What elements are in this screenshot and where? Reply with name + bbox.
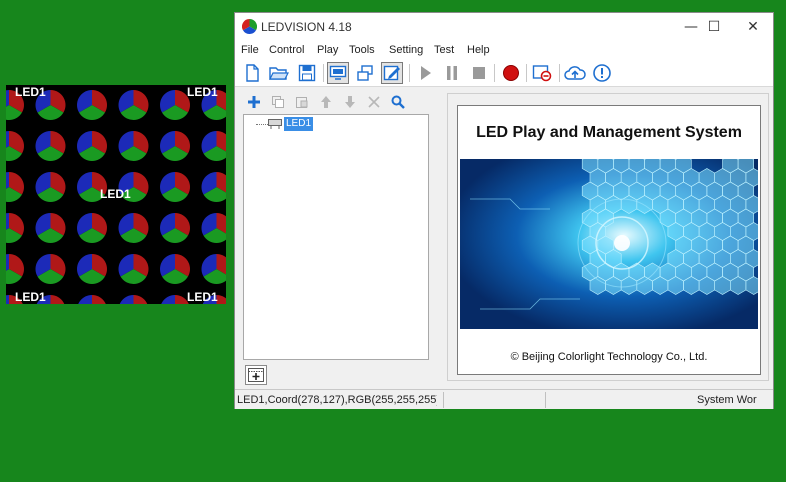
led-label-center: LED1 — [100, 187, 131, 201]
status-coord-rgb: LED1,Coord(278,127),RGB(255,255,255) — [237, 394, 437, 406]
tree-node-led1[interactable]: LED1 — [284, 117, 314, 131]
led-pixel-segment — [50, 295, 65, 304]
splash-title: LED Play and Management System — [476, 124, 742, 141]
screen-tree: LED1 — [243, 114, 429, 360]
led-pixel-segment — [6, 295, 9, 304]
window-title: LEDVISION 4.18 — [261, 20, 352, 34]
menu-setting[interactable]: Setting — [389, 41, 423, 59]
close-button[interactable]: ✕ — [733, 13, 773, 41]
led-pixel-segment — [133, 295, 148, 304]
delete-icon[interactable] — [365, 93, 383, 111]
menu-control[interactable]: Control — [269, 41, 304, 59]
search-icon[interactable] — [389, 93, 407, 111]
save-icon[interactable] — [296, 62, 318, 84]
menu-tools[interactable]: Tools — [349, 41, 375, 59]
led-pixel-segment — [161, 295, 175, 304]
led-screen-icon — [268, 119, 282, 129]
splash-tech-image — [460, 159, 758, 329]
splash-panel: LED Play and Management System © Beijing… — [457, 105, 761, 375]
paste-icon[interactable] — [293, 93, 311, 111]
status-system: System Wor — [697, 394, 757, 406]
led-preview-panel: LED1 LED1 LED1 LED1 LED1 — [6, 85, 226, 304]
edit-icon[interactable] — [381, 62, 403, 84]
move-up-icon[interactable] — [317, 93, 335, 111]
stop-icon[interactable] — [468, 62, 490, 84]
add-screen-button[interactable] — [245, 365, 267, 385]
pause-icon[interactable] — [441, 62, 463, 84]
led-label-top-right: LED1 — [187, 85, 218, 99]
screen-off-icon[interactable] — [531, 62, 553, 84]
copy-icon[interactable] — [269, 93, 287, 111]
led-pixel-segment — [78, 295, 92, 304]
led-label-bottom-right: LED1 — [187, 290, 218, 304]
open-folder-icon[interactable] — [268, 62, 290, 84]
title-bar[interactable]: LEDVISION 4.18 — ☐ ✕ — [235, 13, 773, 41]
new-file-icon[interactable] — [241, 62, 263, 84]
copyright-text: © Beijing Colorlight Technology Co., Ltd… — [510, 351, 708, 363]
app-logo-icon — [242, 19, 257, 34]
record-icon[interactable] — [500, 62, 522, 84]
cloud-upload-icon[interactable] — [564, 62, 586, 84]
status-bar: LED1,Coord(278,127),RGB(255,255,255) Sys… — [235, 389, 773, 409]
main-toolbar — [235, 59, 773, 87]
info-icon[interactable] — [591, 62, 613, 84]
menu-bar: File Control Play Tools Setting Test Hel… — [235, 41, 773, 59]
add-screen-icon — [248, 368, 264, 382]
move-down-icon[interactable] — [341, 93, 359, 111]
led-label-bottom-left: LED1 — [15, 290, 46, 304]
add-icon[interactable] — [245, 93, 263, 111]
ledvision-window: LEDVISION 4.18 — ☐ ✕ File Control Play T… — [234, 12, 774, 409]
multi-window-icon[interactable] — [354, 62, 376, 84]
led-label-top-left: LED1 — [15, 85, 46, 99]
led-pixel-segment — [119, 295, 134, 304]
screen-icon[interactable] — [327, 62, 349, 84]
maximize-button[interactable]: ☐ — [694, 13, 734, 41]
screen-list-toolbar — [243, 93, 413, 111]
menu-help[interactable]: Help — [467, 41, 490, 59]
menu-play[interactable]: Play — [317, 41, 338, 59]
menu-test[interactable]: Test — [434, 41, 454, 59]
led-pixel-segment — [92, 295, 106, 304]
menu-file[interactable]: File — [241, 41, 259, 59]
play-icon[interactable] — [414, 62, 436, 84]
